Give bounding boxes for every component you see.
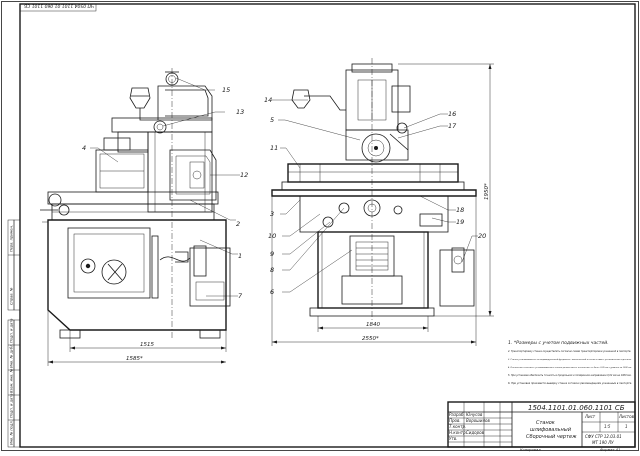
callout-9: 9 xyxy=(270,250,274,258)
callout-17: 17 xyxy=(448,122,457,130)
corner-stamp: ЧП 0504.1101.01.060.1101 СБ xyxy=(24,3,94,9)
callout-15: 15 xyxy=(222,86,230,94)
callout-12: 12 xyxy=(240,171,248,179)
callout-18: 18 xyxy=(456,206,464,214)
assembly-drawing: ЧП 0504.1101.01.060.1101 СБ Перв. примен… xyxy=(1,1,639,452)
note-1: 1. *Размеры с учетом подвижных частей. xyxy=(508,340,609,346)
sheets-count: 1 xyxy=(625,424,628,429)
margin-label: Перв. примен. xyxy=(10,225,14,252)
left-margin-strips: Перв. примен. Справ. № Подп. и дата Инв.… xyxy=(7,219,21,448)
note-5: 5. При установке обеспечить точность в п… xyxy=(508,374,632,377)
callout-14: 14 xyxy=(264,96,272,104)
note-2-text: 2. Транспортировку станка осуществлять с… xyxy=(508,350,631,353)
margin-label: Подп. и дата xyxy=(10,319,14,343)
callout-8: 8 xyxy=(270,266,274,274)
margin-label: Инв. № дубл. xyxy=(10,343,14,368)
name-2: Ворошилов xyxy=(466,418,490,423)
dim-right-total: 2550* xyxy=(362,336,379,342)
drawing-sheet: ЧП 0504.1101.01.060.1101 СБ Перв. примен… xyxy=(0,0,640,452)
callout-7: 7 xyxy=(238,292,243,300)
note-4: 4. Отклонение в контакте устанавливаемог… xyxy=(508,366,632,369)
callout-3: 3 xyxy=(270,210,274,218)
technical-notes: 1. *Размеры с учетом подвижных частей. 2… xyxy=(508,340,632,385)
side-view xyxy=(40,71,231,339)
dim-right-inner: 1840 xyxy=(366,322,380,328)
dim-left-inner: 1515 xyxy=(140,342,154,348)
format-right: Формат А1 xyxy=(600,448,620,452)
title-line-3: Сборочный чертеж xyxy=(526,434,577,440)
margin-label: Справ. № xyxy=(10,287,14,305)
format-left: Копировал xyxy=(520,448,541,452)
callout-16: 16 xyxy=(448,110,456,118)
callout-11: 11 xyxy=(270,144,278,152)
note-3: 3. Станок устанавливается на индивидуаль… xyxy=(508,358,632,361)
name-1: Юнусов xyxy=(466,412,483,417)
scale-value: 1:5 xyxy=(604,424,611,429)
note-2: 2. Транспортировку станка осуществлять с… xyxy=(508,350,631,353)
callout-1: 1 xyxy=(238,252,242,260)
dim-left-total: 1585* xyxy=(126,356,143,362)
org-line-2: МТ 190 ЛУ xyxy=(592,440,614,445)
name-4: Сидоров xyxy=(466,430,485,435)
title-line-1: Станок xyxy=(536,420,555,426)
margin-label: Подп. и дата xyxy=(10,394,14,418)
callout-10: 10 xyxy=(268,232,276,240)
sheets-label: Листов xyxy=(618,414,635,419)
callout-13: 13 xyxy=(236,108,244,116)
org-line-1: СФУ СТР 12.03.01 xyxy=(585,434,622,439)
note-6: 6. При установке произвести выверку стан… xyxy=(508,381,632,385)
callout-19: 19 xyxy=(456,218,464,226)
callout-2: 2 xyxy=(236,220,240,228)
margin-label: Взам. инв. № xyxy=(10,368,14,393)
role-2: Пров. xyxy=(449,418,461,423)
callout-20: 20 xyxy=(478,232,486,240)
role-5: Утв. xyxy=(449,436,457,441)
dim-height-total: 1950* xyxy=(484,183,490,200)
margin-label: Инв. № подл. xyxy=(10,420,14,445)
callout-5: 5 xyxy=(270,116,274,124)
sheet-label: Лист xyxy=(584,414,596,419)
role-1: Разраб. xyxy=(449,412,465,417)
role-4: Н.контр. xyxy=(449,430,467,435)
callout-4: 4 xyxy=(82,144,86,152)
role-3: Т.контр. xyxy=(449,424,466,429)
title-designation: 1504.1101.01.060.1101 СБ xyxy=(528,404,625,412)
title-line-2: шлифовальный xyxy=(530,427,572,433)
callout-6: 6 xyxy=(270,288,274,296)
front-view xyxy=(271,63,477,317)
